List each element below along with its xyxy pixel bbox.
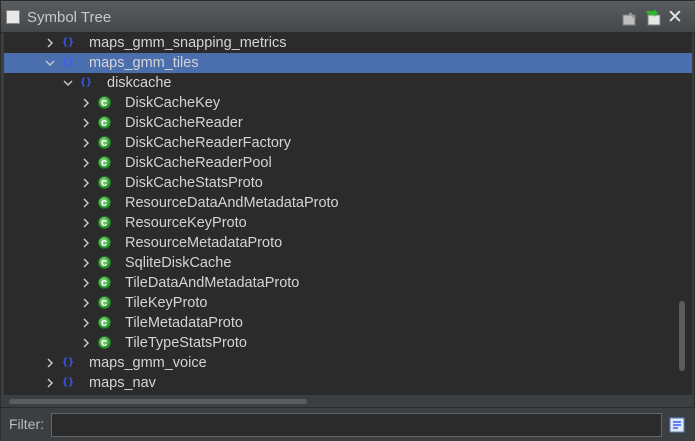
snapshot-icon xyxy=(622,12,636,26)
class-icon xyxy=(98,213,111,233)
filter-options-icon xyxy=(669,417,685,433)
chevron-right-icon[interactable] xyxy=(80,333,92,353)
tree-row-label: maps_nav xyxy=(89,375,156,391)
tree-row[interactable]: ResourceKeyProto xyxy=(4,213,692,233)
tree-row-label: diskcache xyxy=(107,75,172,91)
snapshot-button[interactable] xyxy=(621,9,639,27)
class-icon xyxy=(98,153,111,173)
chevron-right-icon[interactable] xyxy=(80,133,92,153)
tree-row[interactable]: DiskCacheReaderPool xyxy=(4,153,692,173)
chevron-right-icon[interactable] xyxy=(44,373,56,393)
window-icon xyxy=(6,10,20,24)
chevron-right-icon[interactable] xyxy=(80,253,92,273)
tree-row[interactable]: {} maps_gmm_snapping_metrics xyxy=(4,33,692,53)
class-icon xyxy=(98,173,111,193)
class-icon xyxy=(98,93,111,113)
namespace-icon: {} xyxy=(62,57,75,68)
tree-row-label: maps_gmm_tiles xyxy=(89,55,199,71)
vertical-scrollbar[interactable] xyxy=(679,301,685,371)
class-icon xyxy=(98,193,111,213)
chevron-down-icon[interactable] xyxy=(62,73,74,93)
tree-row[interactable]: {} diskcache xyxy=(4,73,692,93)
namespace-icon: {} xyxy=(62,37,75,48)
filter-label: Filter: xyxy=(9,416,44,432)
close-button[interactable]: ✕ xyxy=(667,7,687,28)
chevron-right-icon[interactable] xyxy=(80,153,92,173)
horizontal-scrollbar[interactable] xyxy=(9,399,307,404)
tree-row-label: TileKeyProto xyxy=(125,295,208,311)
chevron-down-icon[interactable] xyxy=(44,53,56,73)
tree-row-label: DiskCacheStatsProto xyxy=(125,175,263,191)
namespace-icon: {} xyxy=(80,77,93,88)
chevron-right-icon[interactable] xyxy=(80,273,92,293)
tree-row-label: ResourceMetadataProto xyxy=(125,235,283,251)
tree-row[interactable]: {} maps_gmm_tiles xyxy=(4,53,692,73)
refresh-icon xyxy=(646,9,661,26)
class-icon xyxy=(98,253,111,273)
tree-row[interactable]: DiskCacheReader xyxy=(4,113,692,133)
close-icon: ✕ xyxy=(667,7,683,28)
symbol-tree-window: Symbol Tree ✕ {} maps_gmm_snapping_metric… xyxy=(0,0,695,441)
tree-row-label: ResourceKeyProto xyxy=(125,215,247,231)
filter-input[interactable] xyxy=(51,413,662,437)
class-icon xyxy=(98,133,111,153)
tree-row-label: DiskCacheKey xyxy=(125,95,221,111)
refresh-button[interactable] xyxy=(644,9,662,27)
filter-options-button[interactable] xyxy=(669,417,685,433)
chevron-right-icon[interactable] xyxy=(80,293,92,313)
tree-row[interactable]: DiskCacheStatsProto xyxy=(4,173,692,193)
chevron-right-icon[interactable] xyxy=(80,173,92,193)
tree-row-label: TileTypeStatsProto xyxy=(125,335,247,351)
class-icon xyxy=(98,313,111,333)
tree-row[interactable]: TileDataAndMetadataProto xyxy=(4,273,692,293)
tree-row[interactable]: TileKeyProto xyxy=(4,293,692,313)
chevron-right-icon[interactable] xyxy=(80,313,92,333)
window-title: Symbol Tree xyxy=(27,9,112,26)
tree-row-label: maps_gmm_snapping_metrics xyxy=(89,35,287,51)
tree-row[interactable]: DiskCacheKey xyxy=(4,93,692,113)
tree-row[interactable]: ResourceMetadataProto xyxy=(4,233,692,253)
namespace-icon: {} xyxy=(62,377,75,388)
class-icon xyxy=(98,333,111,353)
class-icon xyxy=(98,293,111,313)
namespace-icon: {} xyxy=(62,357,75,368)
tree-row[interactable]: {} maps_nav xyxy=(4,373,692,393)
class-icon xyxy=(98,233,111,253)
tree-row[interactable]: {} maps_gmm_voice xyxy=(4,353,692,373)
tree-row-label: DiskCacheReaderPool xyxy=(125,155,272,171)
chevron-right-icon[interactable] xyxy=(80,233,92,253)
chevron-right-icon[interactable] xyxy=(44,33,56,53)
class-icon xyxy=(98,113,111,133)
tree-row[interactable]: ResourceDataAndMetadataProto xyxy=(4,193,692,213)
tree-row-label: DiskCacheReaderFactory xyxy=(125,135,292,151)
chevron-right-icon[interactable] xyxy=(80,193,92,213)
chevron-right-icon[interactable] xyxy=(44,353,56,373)
tree-row[interactable]: TileMetadataProto xyxy=(4,313,692,333)
title-bar[interactable]: Symbol Tree ✕ xyxy=(1,1,695,33)
chevron-right-icon[interactable] xyxy=(80,213,92,233)
tree-row-label: DiskCacheReader xyxy=(125,115,243,131)
tree-row[interactable]: SqliteDiskCache xyxy=(4,253,692,273)
symbol-tree[interactable]: {} maps_gmm_snapping_metrics {} maps_gmm_ti… xyxy=(4,33,692,395)
tree-row-label: TileDataAndMetadataProto xyxy=(125,275,300,291)
tree-row[interactable]: TileTypeStatsProto xyxy=(4,333,692,353)
tree-row-label: SqliteDiskCache xyxy=(125,255,232,271)
tree-row-label: TileMetadataProto xyxy=(125,315,243,331)
tree-row[interactable]: DiskCacheReaderFactory xyxy=(4,133,692,153)
filter-bar: Filter: xyxy=(1,407,695,441)
tree-row-label: maps_gmm_voice xyxy=(89,355,207,371)
class-icon xyxy=(98,273,111,293)
tree-row-label: ResourceDataAndMetadataProto xyxy=(125,195,339,211)
chevron-right-icon[interactable] xyxy=(80,93,92,113)
chevron-right-icon[interactable] xyxy=(80,113,92,133)
